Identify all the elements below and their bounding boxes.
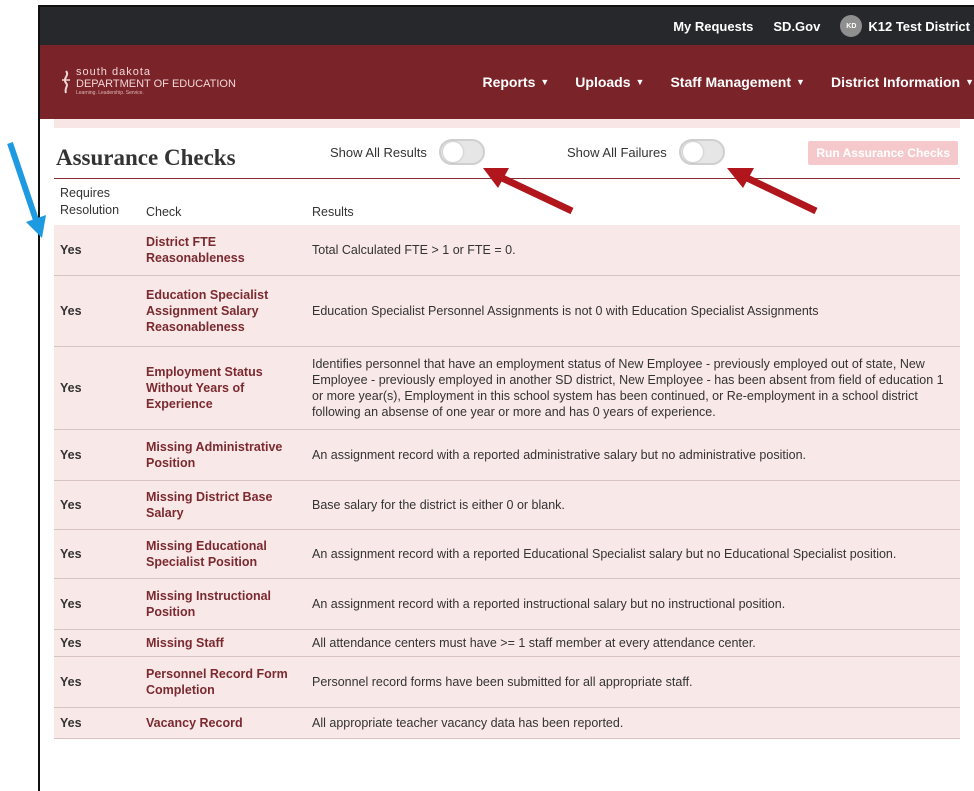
show-all-results-label: Show All Results [330, 144, 427, 160]
requires-cell: Yes [60, 448, 82, 462]
top-utility-bar: My Requests SD.Gov KD K12 Test District [40, 7, 974, 45]
table-body: Yes District FTE Reasonableness Total Calc… [54, 225, 960, 739]
show-all-failures-group: Show All Failures [567, 139, 725, 165]
table-row: Yes Education Specialist Assignment Salar… [54, 275, 960, 347]
requires-cell: Yes [60, 716, 82, 730]
table-row: Yes District FTE Reasonableness Total Calc… [54, 225, 960, 276]
user-name: K12 Test District [868, 18, 970, 34]
table-header-row: Requires Resolution Check Results [54, 179, 960, 225]
sd-gov-link[interactable]: SD.Gov [773, 19, 820, 34]
main-content: Assurance Checks Show All Results Show A… [40, 119, 974, 739]
sd-doe-logo[interactable]: south dakota DEPARTMENT OF EDUCATION Lea… [60, 67, 236, 97]
my-requests-link[interactable]: My Requests [673, 19, 753, 34]
result-cell: All appropriate teacher vacancy data has… [312, 716, 624, 730]
caret-down-icon: ▼ [635, 77, 645, 87]
run-assurance-checks-button[interactable]: Run Assurance Checks [808, 141, 958, 165]
table-row: Yes Vacancy Record All appropriate teacher… [54, 707, 960, 739]
header-check[interactable]: Check [140, 179, 306, 225]
avatar: KD [840, 15, 863, 37]
check-cell: Missing District Base Salary [146, 490, 273, 520]
check-cell: District FTE Reasonableness [146, 235, 245, 265]
requires-cell: Yes [60, 636, 82, 650]
alert-strip [54, 119, 960, 128]
show-all-failures-toggle[interactable] [678, 139, 725, 165]
requires-cell: Yes [60, 381, 82, 395]
show-all-failures-label: Show All Failures [567, 144, 667, 160]
table-row: Yes Missing District Base Salary Base sala… [54, 480, 960, 530]
check-cell: Missing Administrative Position [146, 440, 283, 470]
nav-reports[interactable]: Reports ▼ [482, 74, 549, 90]
nav-district-information[interactable]: District Information ▼ [831, 74, 974, 90]
main-navbar: south dakota DEPARTMENT OF EDUCATION Lea… [40, 45, 974, 119]
check-cell: Personnel Record Form Completion [146, 667, 288, 697]
table-row: Yes Employment Status Without Years of Ex… [54, 346, 960, 430]
result-cell: An assignment record with a reported ins… [312, 597, 786, 611]
nav-uploads-label: Uploads [575, 74, 631, 90]
logo-line-2: DEPARTMENT OF EDUCATION [76, 78, 236, 90]
nav-staff-management-label: Staff Management [670, 74, 792, 90]
requires-cell: Yes [60, 498, 82, 512]
result-cell: Identifies personnel that have an employ… [312, 357, 944, 419]
check-cell: Missing Instructional Position [146, 589, 272, 619]
result-cell: Base salary for the district is either 0… [312, 498, 565, 512]
nav-staff-management[interactable]: Staff Management ▼ [670, 74, 805, 90]
table-row: Yes Missing Educational Specialist Positi… [54, 529, 960, 579]
show-all-results-group: Show All Results [330, 139, 485, 165]
toggle-knob [442, 142, 463, 162]
main-menu: Reports ▼ Uploads ▼ Staff Management ▼ Dist… [456, 74, 974, 90]
result-cell: An assignment record with a reported adm… [312, 448, 806, 462]
caret-down-icon: ▼ [540, 77, 550, 87]
nav-district-information-label: District Information [830, 74, 961, 90]
caret-down-icon: ▼ [965, 77, 974, 87]
result-cell: All attendance centers must have >= 1 st… [312, 636, 756, 650]
logo-line-1: south dakota [76, 66, 151, 78]
check-cell: Missing Educational Specialist Position [146, 539, 267, 569]
table-row: Yes Personnel Record Form Completion Perso… [54, 656, 960, 708]
blue-arrow-icon [7, 142, 39, 221]
table-row: Yes Missing Staff All attendance centers m… [54, 629, 960, 657]
caret-down-icon: ▼ [796, 77, 805, 87]
logo-tagline: Learning. Leadership. Service. [76, 90, 144, 96]
requires-cell: Yes [60, 597, 82, 611]
page-title: Assurance Checks [56, 145, 236, 170]
requires-cell: Yes [60, 675, 82, 689]
requires-cell: Yes [60, 547, 82, 561]
check-cell: Education Specialist Assignment Salary R… [146, 288, 269, 334]
sd-doe-logo-icon [62, 70, 70, 94]
check-cell: Employment Status Without Years of Exper… [146, 365, 263, 411]
table-row: Yes Missing Administrative Position An ass… [54, 429, 960, 481]
requires-cell: Yes [60, 304, 82, 318]
browser-frame: My Requests SD.Gov KD K12 Test District … [38, 5, 974, 791]
requires-cell: Yes [60, 243, 82, 257]
assurance-checks-table: Requires Resolution Check Results Yes Dis… [54, 179, 960, 739]
table-row: Yes Missing Instructional Position An assi… [54, 578, 960, 630]
result-cell: An assignment record with a reported Edu… [312, 547, 897, 561]
nav-reports-label: Reports [482, 74, 536, 90]
toggle-knob [682, 142, 703, 162]
result-cell: Education Specialist Personnel Assignmen… [312, 304, 819, 318]
nav-uploads[interactable]: Uploads ▼ [575, 74, 644, 90]
header-requires-resolution[interactable]: Requires Resolution [54, 179, 140, 225]
show-all-results-toggle[interactable] [438, 139, 485, 165]
assurance-header: Assurance Checks Show All Results Show A… [54, 128, 960, 179]
header-results[interactable]: Results [306, 179, 960, 225]
check-cell: Missing Staff [146, 636, 224, 650]
result-cell: Personnel record forms have been submitt… [312, 675, 693, 689]
result-cell: Total Calculated FTE > 1 or FTE = 0. [312, 243, 516, 257]
check-cell: Vacancy Record [146, 716, 243, 730]
user-menu[interactable]: KD K12 Test District [840, 15, 970, 37]
